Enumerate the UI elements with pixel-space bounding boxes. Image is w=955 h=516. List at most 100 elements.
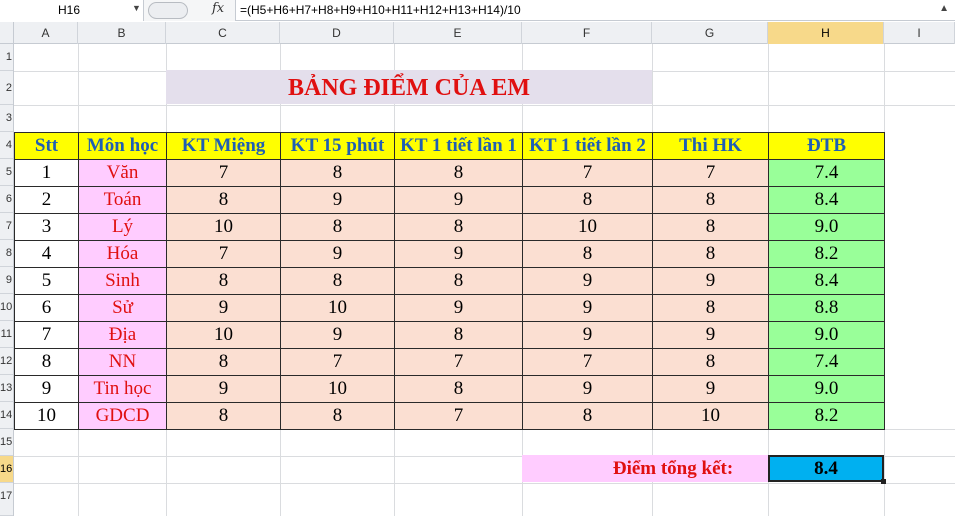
stt-cell[interactable]: 8 (14, 348, 79, 376)
oral-score-cell[interactable]: 8 (166, 348, 281, 376)
column-header[interactable]: A (14, 22, 78, 44)
subject-cell[interactable]: Lý (78, 213, 167, 241)
column-header[interactable]: D (280, 22, 394, 44)
header-cell[interactable]: Môn học (78, 132, 167, 160)
final-exam-cell[interactable]: 9 (652, 267, 769, 295)
stt-cell[interactable]: 5 (14, 267, 79, 295)
column-header[interactable]: C (166, 22, 280, 44)
quiz-15-score-cell[interactable]: 7 (280, 348, 395, 376)
final-exam-cell[interactable]: 9 (652, 321, 769, 349)
worksheet-grid[interactable]: BẢNG ĐIỂM CỦA EM Stt Môn học KT Miệng KT 15… (14, 44, 955, 516)
formula-bar-resize-handle[interactable] (148, 2, 188, 19)
oral-score-cell[interactable]: 7 (166, 240, 281, 268)
average-cell[interactable]: 8.4 (768, 267, 885, 295)
test-2-score-cell[interactable]: 9 (522, 375, 653, 403)
oral-score-cell[interactable]: 9 (166, 294, 281, 322)
test-1-score-cell[interactable]: 8 (394, 321, 523, 349)
subject-cell[interactable]: Hóa (78, 240, 167, 268)
row-header[interactable]: 14 (0, 402, 13, 429)
final-exam-cell[interactable]: 8 (652, 213, 769, 241)
test-1-score-cell[interactable]: 9 (394, 294, 523, 322)
subject-cell[interactable]: Văn (78, 159, 167, 187)
column-header[interactable]: I (884, 22, 955, 44)
quiz-15-score-cell[interactable]: 8 (280, 159, 395, 187)
subject-cell[interactable]: Tin học (78, 375, 167, 403)
test-1-score-cell[interactable]: 8 (394, 267, 523, 295)
row-header[interactable]: 15 (0, 429, 13, 456)
oral-score-cell[interactable]: 9 (166, 375, 281, 403)
final-exam-cell[interactable]: 10 (652, 402, 769, 430)
subject-cell[interactable]: Địa (78, 321, 167, 349)
test-2-score-cell[interactable]: 9 (522, 294, 653, 322)
fill-handle[interactable] (881, 479, 886, 484)
header-cell[interactable]: KT Miệng (166, 132, 281, 160)
row-header-selected[interactable]: 16 (0, 456, 13, 483)
header-cell[interactable]: KT 1 tiết lần 2 (522, 132, 653, 160)
subject-cell[interactable]: Toán (78, 186, 167, 214)
quiz-15-score-cell[interactable]: 8 (280, 267, 395, 295)
stt-cell[interactable]: 9 (14, 375, 79, 403)
stt-cell[interactable]: 1 (14, 159, 79, 187)
oral-score-cell[interactable]: 8 (166, 186, 281, 214)
final-exam-cell[interactable]: 8 (652, 294, 769, 322)
oral-score-cell[interactable]: 7 (166, 159, 281, 187)
average-cell[interactable]: 7.4 (768, 348, 885, 376)
test-2-score-cell[interactable]: 8 (522, 186, 653, 214)
row-header[interactable]: 1 (0, 44, 13, 71)
header-cell[interactable]: KT 15 phút (280, 132, 395, 160)
header-cell[interactable]: KT 1 tiết lần 1 (394, 132, 523, 160)
oral-score-cell[interactable]: 10 (166, 321, 281, 349)
test-2-score-cell[interactable]: 9 (522, 267, 653, 295)
oral-score-cell[interactable]: 8 (166, 267, 281, 295)
average-cell[interactable]: 8.2 (768, 402, 885, 430)
subject-cell[interactable]: Sinh (78, 267, 167, 295)
header-cell[interactable]: ĐTB (768, 132, 885, 160)
stt-cell[interactable]: 4 (14, 240, 79, 268)
average-cell[interactable]: 9.0 (768, 375, 885, 403)
average-cell[interactable]: 8.2 (768, 240, 885, 268)
row-header[interactable]: 3 (0, 105, 13, 132)
average-cell[interactable]: 9.0 (768, 213, 885, 241)
column-header[interactable]: B (78, 22, 166, 44)
insert-function-icon[interactable]: fx (212, 1, 224, 16)
oral-score-cell[interactable]: 8 (166, 402, 281, 430)
stt-cell[interactable]: 7 (14, 321, 79, 349)
select-all-button[interactable] (0, 22, 14, 44)
quiz-15-score-cell[interactable]: 9 (280, 186, 395, 214)
stt-cell[interactable]: 2 (14, 186, 79, 214)
test-2-score-cell[interactable]: 7 (522, 159, 653, 187)
test-1-score-cell[interactable]: 8 (394, 375, 523, 403)
stt-cell[interactable]: 3 (14, 213, 79, 241)
row-header[interactable]: 7 (0, 213, 13, 240)
test-1-score-cell[interactable]: 9 (394, 240, 523, 268)
oral-score-cell[interactable]: 10 (166, 213, 281, 241)
test-1-score-cell[interactable]: 7 (394, 402, 523, 430)
average-cell[interactable]: 9.0 (768, 321, 885, 349)
quiz-15-score-cell[interactable]: 8 (280, 213, 395, 241)
header-cell[interactable]: Thi HK (652, 132, 769, 160)
row-header[interactable]: 2 (0, 71, 13, 105)
quiz-15-score-cell[interactable]: 10 (280, 375, 395, 403)
sheet-title[interactable]: BẢNG ĐIỂM CỦA EM (166, 70, 652, 104)
row-header[interactable]: 10 (0, 294, 13, 321)
test-2-score-cell[interactable]: 10 (522, 213, 653, 241)
header-cell[interactable]: Stt (14, 132, 79, 160)
row-header[interactable]: 9 (0, 267, 13, 294)
quiz-15-score-cell[interactable]: 9 (280, 321, 395, 349)
subject-cell[interactable]: NN (78, 348, 167, 376)
row-header[interactable]: 12 (0, 348, 13, 375)
subject-cell[interactable]: GDCD (78, 402, 167, 430)
test-2-score-cell[interactable]: 7 (522, 348, 653, 376)
column-header[interactable]: G (652, 22, 768, 44)
quiz-15-score-cell[interactable]: 10 (280, 294, 395, 322)
final-exam-cell[interactable]: 8 (652, 186, 769, 214)
stt-cell[interactable]: 6 (14, 294, 79, 322)
stt-cell[interactable]: 10 (14, 402, 79, 430)
row-header[interactable]: 4 (0, 132, 13, 159)
row-header[interactable]: 17 (0, 483, 13, 516)
column-header[interactable]: E (394, 22, 522, 44)
row-header[interactable]: 5 (0, 159, 13, 186)
final-exam-cell[interactable]: 9 (652, 375, 769, 403)
subject-cell[interactable]: Sử (78, 294, 167, 322)
column-header[interactable]: F (522, 22, 652, 44)
